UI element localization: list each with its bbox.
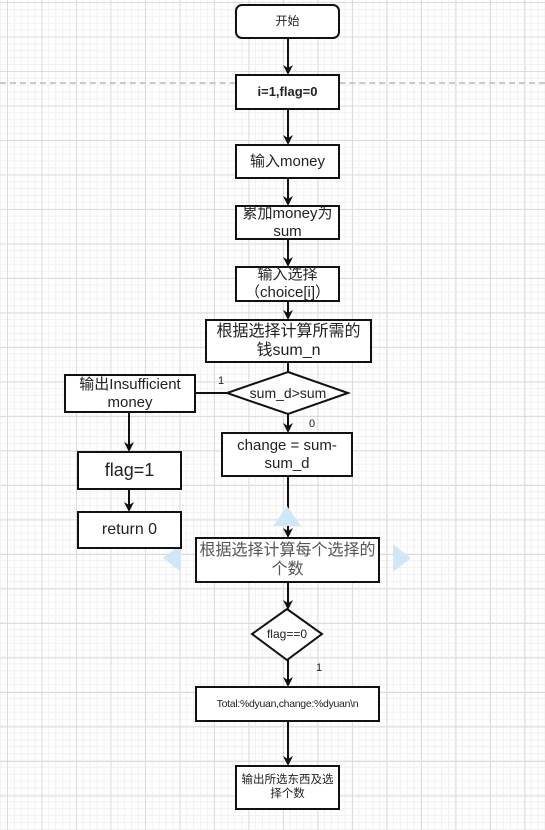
print-total-node[interactable]: Total:%dyuan,change:%dyuan\n	[195, 686, 380, 722]
input-choice-node[interactable]: 输入选择（choice[i]）	[235, 266, 340, 302]
edge-label-flag-true: 1	[316, 662, 323, 674]
edge-label-false: 0	[309, 418, 316, 430]
input-money-node[interactable]: 输入money	[235, 144, 340, 179]
return-zero-node[interactable]: return 0	[77, 511, 182, 549]
decision-flag-label: flag==0	[266, 627, 308, 641]
calc-count-node[interactable]: 根据选择计算每个选择的个数	[195, 537, 380, 583]
change-node[interactable]: change = sum-sum_d	[221, 432, 353, 477]
accumulate-node[interactable]: 累加money为sum	[235, 205, 340, 240]
decision-sum-label: sum_d>sum	[249, 385, 327, 401]
insufficient-node[interactable]: 输出Insufficient money	[64, 374, 196, 413]
set-flag-node[interactable]: flag=1	[77, 451, 182, 490]
calc-needed-node[interactable]: 根据选择计算所需的钱sum_n	[205, 319, 372, 363]
start-node[interactable]: 开始	[235, 4, 340, 39]
edge-label-true: 1	[218, 375, 225, 387]
connect-arrow-up-icon[interactable]	[273, 506, 301, 526]
connect-arrow-right-icon[interactable]	[393, 544, 411, 572]
output-items-node[interactable]: 输出所选东西及选择个数	[235, 765, 340, 810]
init-node[interactable]: i=1,flag=0	[235, 74, 340, 110]
